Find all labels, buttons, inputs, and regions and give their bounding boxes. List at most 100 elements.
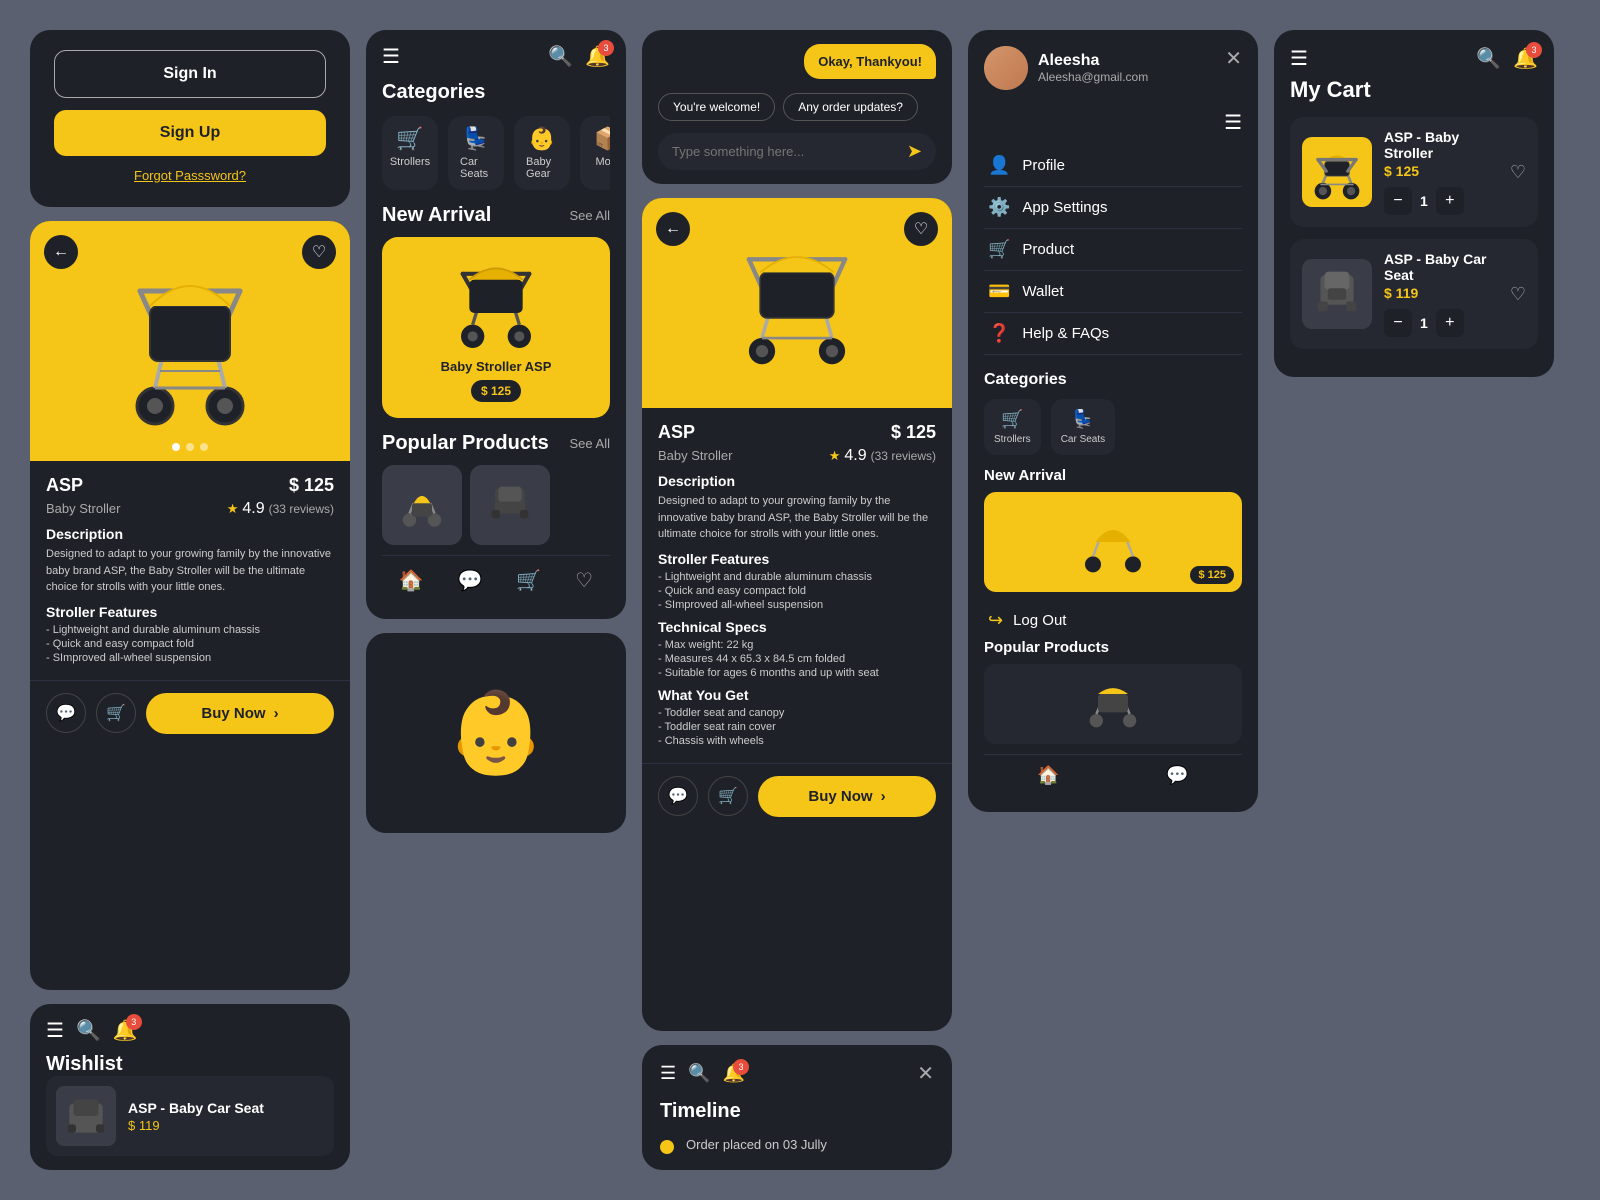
- qty-increase-1[interactable]: +: [1436, 187, 1464, 215]
- settings-icon: ⚙️: [988, 197, 1010, 218]
- signup-button[interactable]: Sign Up: [54, 110, 326, 156]
- send-icon[interactable]: ➤: [907, 141, 922, 162]
- popular-heading: Popular Products: [382, 432, 549, 455]
- cart-header-icons: 🔍 🔔 3: [1476, 46, 1538, 71]
- what-title-center: What You Get: [658, 687, 936, 703]
- close-button-timeline[interactable]: ✕: [917, 1061, 934, 1086]
- hamburger-icon-profile[interactable]: ☰: [1224, 112, 1242, 134]
- rating-value-center: 4.9: [844, 447, 866, 465]
- wishlist-card: ☰ 🔍 🔔 3 Wishlist: [30, 1004, 350, 1170]
- qty-decrease-2[interactable]: −: [1384, 309, 1412, 337]
- description-title-left: Description: [46, 526, 334, 542]
- cart-wishlist-1[interactable]: ♡: [1510, 162, 1526, 183]
- stroller-image-center: [727, 233, 867, 373]
- chat-order-button[interactable]: Any order updates?: [783, 93, 918, 121]
- back-button-left[interactable]: ←: [44, 235, 78, 269]
- sidebar-price-badge: $ 125: [1190, 566, 1234, 584]
- sidebar-item-profile[interactable]: 👤 Profile: [984, 145, 1242, 187]
- product-type-left: Baby Stroller: [46, 501, 120, 516]
- profile-name: Aleesha: [1038, 52, 1148, 70]
- cart-thumb-2: [1302, 259, 1372, 329]
- search-icon-cart[interactable]: 🔍: [1476, 46, 1501, 71]
- menu-icon-wishlist[interactable]: ☰: [46, 1018, 64, 1043]
- qty-increase-2[interactable]: +: [1436, 309, 1464, 337]
- popular-sidebar-img[interactable]: [984, 664, 1242, 744]
- carseats-icon: 💺: [462, 126, 489, 152]
- sidebar-nav-home[interactable]: 🏠: [1037, 765, 1059, 786]
- wishlist-button-center[interactable]: ♡: [904, 212, 938, 246]
- product-price-center: $ 125: [891, 422, 936, 443]
- nav-cart-icon[interactable]: 🛒: [516, 568, 541, 593]
- popular-thumb-1[interactable]: [382, 465, 462, 545]
- product-image-left: ← ♡: [30, 221, 350, 461]
- cart-title: My Cart: [1290, 77, 1538, 103]
- buy-now-button-center[interactable]: Buy Now ›: [758, 776, 936, 817]
- baby-logo-icon: 👶: [446, 686, 546, 780]
- new-arrival-see-all[interactable]: See All: [570, 208, 610, 223]
- avatar-image: [984, 46, 1028, 90]
- search-icon-timeline[interactable]: 🔍: [688, 1063, 710, 1084]
- nav-bar-browse: 🏠 💬 🛒 ♡: [382, 555, 610, 605]
- wishlist-item-1[interactable]: ASP - Baby Car Seat $ 119: [46, 1076, 334, 1156]
- nav-home-icon[interactable]: 🏠: [399, 568, 424, 593]
- qty-decrease-1[interactable]: −: [1384, 187, 1412, 215]
- signin-button[interactable]: Sign In: [54, 50, 326, 98]
- logout-icon: ↪: [988, 610, 1003, 631]
- popular-see-all[interactable]: See All: [570, 436, 610, 451]
- sidebar-stroller-image: [1073, 507, 1153, 577]
- spec-3-center: - Suitable for ages 6 months and up with…: [658, 667, 936, 679]
- carseat-thumb: [61, 1091, 111, 1141]
- features-title-center: Stroller Features: [658, 551, 936, 567]
- menu-icon-timeline[interactable]: ☰: [660, 1063, 676, 1084]
- sidebar-nav-chat[interactable]: 💬: [1166, 765, 1188, 786]
- sidebar-item-wallet[interactable]: 💳 Wallet: [984, 271, 1242, 313]
- avatar: [984, 46, 1028, 90]
- buy-now-button-left[interactable]: Buy Now ›: [146, 693, 334, 734]
- category-more[interactable]: 📦 More: [580, 116, 610, 190]
- sidebar-cat-strollers[interactable]: 🛒 Strollers: [984, 399, 1041, 455]
- feature-3-center: - SImproved all-wheel suspension: [658, 599, 936, 611]
- cart-button-center[interactable]: 🛒: [708, 776, 748, 816]
- rating-left: ★ 4.9 (33 reviews): [227, 500, 334, 518]
- sidebar-item-help[interactable]: ❓ Help & FAQs: [984, 313, 1242, 355]
- carseats-label: Car Seats: [460, 156, 492, 180]
- category-strollers[interactable]: 🛒 Strollers: [382, 116, 438, 190]
- wishlist-title: Wishlist: [46, 1053, 334, 1076]
- menu-icon-cart[interactable]: ☰: [1290, 46, 1308, 71]
- sidebar-new-arrival: New Arrival $ 125: [984, 467, 1242, 592]
- chat-input[interactable]: [672, 144, 899, 159]
- category-carseats[interactable]: 💺 Car Seats: [448, 116, 504, 190]
- nav-chat-icon[interactable]: 💬: [458, 568, 483, 593]
- chat-button-center[interactable]: 💬: [658, 776, 698, 816]
- chat-message: Okay, Thankyou!: [804, 44, 936, 79]
- nav-heart-icon[interactable]: ♡: [575, 568, 593, 593]
- back-button-center[interactable]: ←: [656, 212, 690, 246]
- sidebar-cat-carseats[interactable]: 💺 Car Seats: [1051, 399, 1115, 455]
- logout-button[interactable]: ↪ Log Out: [984, 602, 1070, 639]
- wishlist-item-price-1: $ 119: [128, 1118, 264, 1133]
- feature-2-left: - Quick and easy compact fold: [46, 638, 334, 650]
- chat-welcome-button[interactable]: You're welcome!: [658, 93, 775, 121]
- category-babygear[interactable]: 👶 Baby Gear: [514, 116, 570, 190]
- close-button-profile[interactable]: ✕: [1225, 46, 1242, 71]
- menu-icon-browse[interactable]: ☰: [382, 44, 400, 69]
- sidebar-item-product[interactable]: 🛒 Product: [984, 229, 1242, 271]
- browse-card: ☰ 🔍 🔔 3 Categories 🛒 Strollers 💺 Ca: [366, 30, 626, 619]
- sidebar-arrival-img[interactable]: $ 125: [984, 492, 1242, 592]
- search-icon-wishlist[interactable]: 🔍: [76, 1018, 101, 1043]
- rating-center: ★ 4.9 (33 reviews): [829, 447, 936, 465]
- forgot-password-link[interactable]: Forgot Passsword?: [54, 168, 326, 183]
- popular-items-row: [382, 465, 610, 545]
- timeline-card: ☰ 🔍 🔔 3 ✕ Timeline Order placed on 03 Ju…: [642, 1045, 952, 1170]
- sidebar-item-settings[interactable]: ⚙️ App Settings: [984, 187, 1242, 229]
- cart-button-left[interactable]: 🛒: [96, 693, 136, 733]
- popular-thumb-2[interactable]: [470, 465, 550, 545]
- qty-value-1: 1: [1420, 193, 1428, 209]
- search-icon-browse[interactable]: 🔍: [548, 44, 573, 69]
- cart-wishlist-2[interactable]: ♡: [1510, 284, 1526, 305]
- wishlist-button-left[interactable]: ♡: [302, 235, 336, 269]
- chat-button-left[interactable]: 💬: [46, 693, 86, 733]
- spec-1-center: - Max weight: 22 kg: [658, 639, 936, 651]
- sidebar-cat-row: 🛒 Strollers 💺 Car Seats: [984, 399, 1242, 455]
- arrival-card[interactable]: Baby Stroller ASP $ 125: [382, 237, 610, 418]
